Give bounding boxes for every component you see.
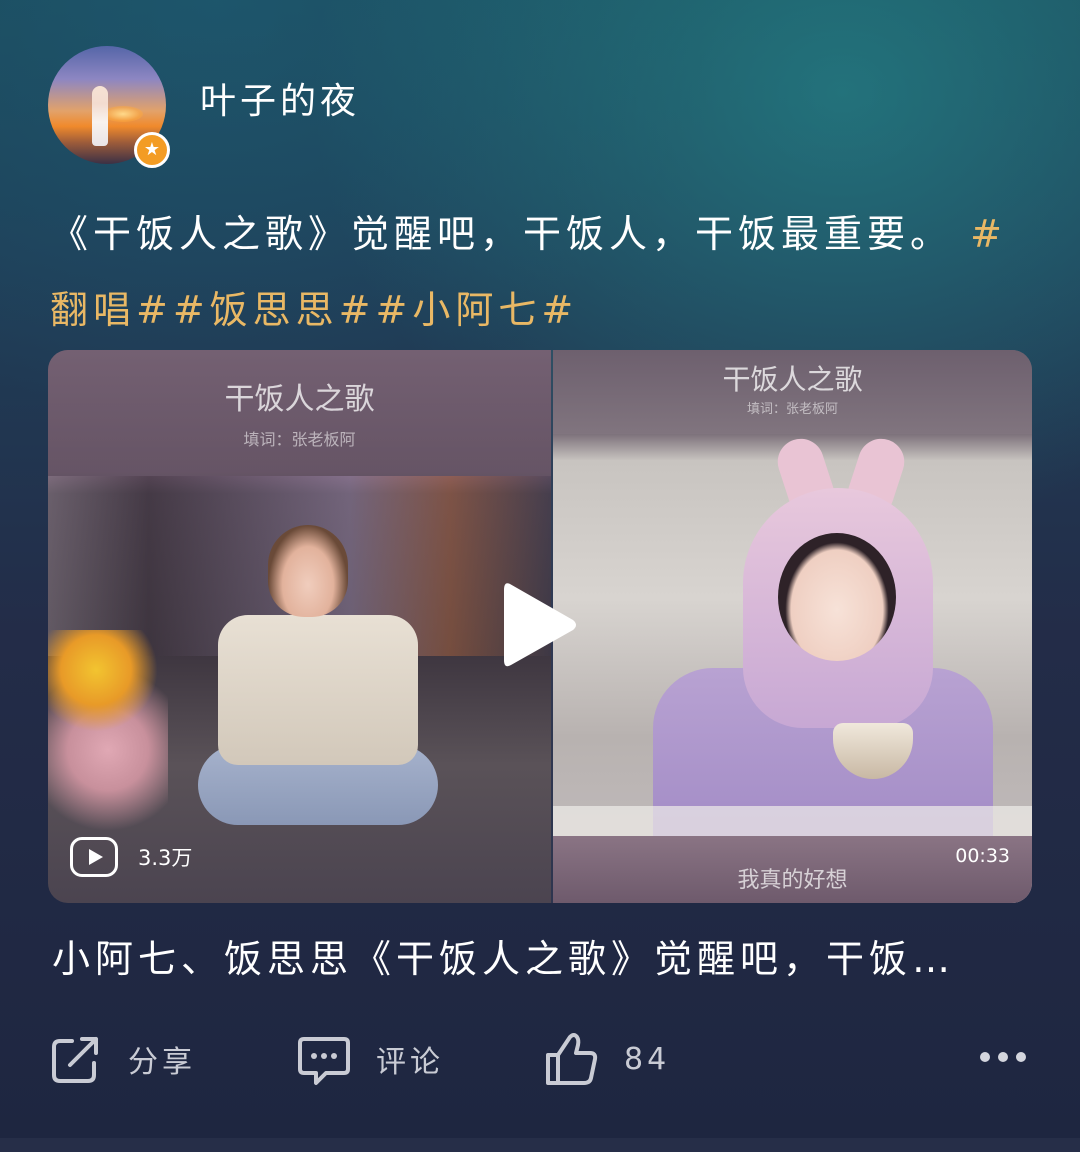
singer-figure xyxy=(198,525,438,845)
post-text: 《干饭人之歌》觉醒吧，干饭人，干饭最重要。 #翻唱##饭思思##小阿七# xyxy=(50,196,1040,348)
video-description[interactable]: 小阿七、饭思思《干饭人之歌》觉醒吧，干饭… xyxy=(52,928,1042,983)
share-button[interactable]: 分享 xyxy=(48,1024,196,1094)
comment-icon xyxy=(298,1037,350,1085)
comment-button[interactable]: 评论 xyxy=(296,1024,444,1094)
bottom-divider xyxy=(0,1138,1080,1152)
dot xyxy=(1016,1052,1026,1062)
play-icon[interactable] xyxy=(500,578,580,672)
dot xyxy=(998,1052,1008,1062)
song-title: 干饭人之歌 xyxy=(722,363,863,396)
more-options-icon[interactable] xyxy=(980,1042,1032,1072)
video-frame-left: 干饭人之歌 填词：张老板阿 3.3万 xyxy=(48,350,551,903)
dot xyxy=(980,1052,990,1062)
hashtag[interactable]: #饭思思# xyxy=(173,288,376,332)
song-title: 干饭人之歌 xyxy=(224,382,375,417)
like-button[interactable]: 84 xyxy=(544,1024,670,1094)
video-player[interactable]: 干饭人之歌 填词：张老板阿 3.3万 干饭人之歌 填词：张老板阿 我真的好想 0… xyxy=(48,350,1032,903)
singer-body xyxy=(218,615,418,765)
action-bar: 分享 评论 84 xyxy=(0,1024,1080,1094)
feed-post: ★ 叶子的夜 《干饭人之歌》觉醒吧，干饭人，干饭最重要。 #翻唱##饭思思##小… xyxy=(0,0,1080,1152)
lyricist-credit: 填词：张老板阿 xyxy=(243,430,356,449)
girl-face xyxy=(778,533,896,661)
avatar[interactable]: ★ xyxy=(48,46,170,168)
share-label: 分享 xyxy=(128,1045,196,1080)
flower-bouquet xyxy=(48,630,168,830)
view-count: 3.3万 xyxy=(138,846,193,870)
avatar-sunset xyxy=(103,106,143,122)
table-edge xyxy=(553,806,1032,836)
like-count: 84 xyxy=(624,1041,671,1077)
post-text-main: 《干饭人之歌》觉醒吧，干饭人，干饭最重要。 xyxy=(50,212,954,256)
play-count-icon xyxy=(70,837,118,877)
singer-head xyxy=(268,525,348,617)
avatar-figure xyxy=(92,86,108,146)
play-triangle xyxy=(504,583,576,667)
hashtag[interactable]: #小阿七# xyxy=(376,288,579,332)
star-icon: ★ xyxy=(134,132,170,168)
thumbs-up-icon xyxy=(546,1033,598,1085)
video-duration: 00:33 xyxy=(955,845,1010,867)
share-icon xyxy=(52,1037,98,1083)
video-frame-right: 干饭人之歌 填词：张老板阿 我真的好想 00:33 xyxy=(553,350,1032,903)
lyricist-credit: 填词：张老板阿 xyxy=(746,402,838,417)
view-counter: 3.3万 xyxy=(70,837,192,877)
username[interactable]: 叶子的夜 xyxy=(200,72,360,124)
comment-label: 评论 xyxy=(376,1045,444,1080)
